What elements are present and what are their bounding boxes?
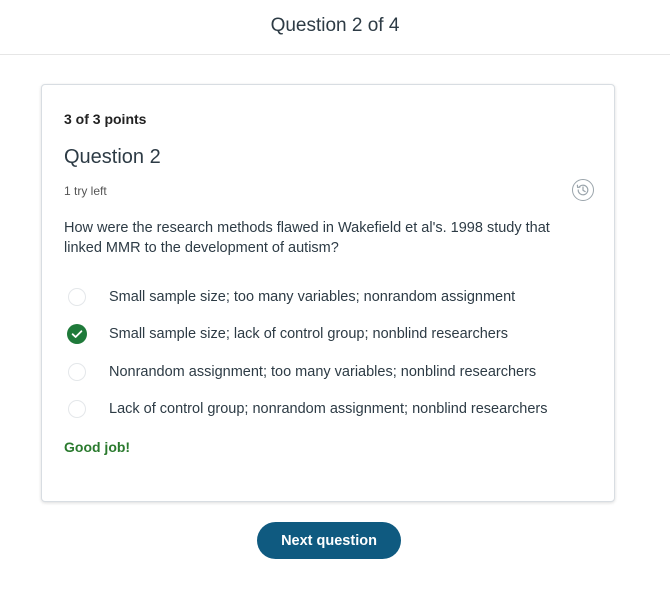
- question-prompt: How were the research methods flawed in …: [64, 220, 550, 256]
- history-icon[interactable]: [572, 179, 594, 201]
- radio-unselected-icon[interactable]: [68, 287, 86, 306]
- answer-option-label: Nonrandom assignment; too many variables…: [109, 363, 537, 380]
- tries-left-label: 1 try left: [64, 184, 107, 198]
- answer-option-label: Small sample size; lack of control group…: [109, 326, 508, 343]
- answer-option-4[interactable]: Lack of control group; nonrandom assignm…: [66, 391, 596, 429]
- answer-option-label: Lack of control group; nonrandom assignm…: [109, 401, 548, 418]
- answer-option-1[interactable]: Small sample size; too many variables; n…: [66, 278, 596, 316]
- radio-unselected-icon[interactable]: [68, 400, 86, 419]
- answer-option-3[interactable]: Nonrandom assignment; too many variables…: [66, 353, 596, 391]
- answer-option-2[interactable]: Small sample size; lack of control group…: [66, 316, 596, 354]
- page-header: Question 2 of 4: [0, 0, 670, 55]
- answer-options: Small sample size; too many variables; n…: [66, 278, 596, 428]
- page-title: Question 2 of 4: [270, 15, 400, 36]
- answer-option-label: Small sample size; too many variables; n…: [109, 288, 516, 305]
- check-circle-icon[interactable]: [67, 324, 87, 345]
- question-title: Question 2: [64, 146, 161, 168]
- next-question-button[interactable]: Next question: [257, 522, 401, 559]
- question-card: 3 of 3 points Question 2 1 try left How …: [41, 84, 615, 502]
- history-icon-glyph: [576, 184, 589, 196]
- feedback-message: Good job!: [64, 439, 131, 455]
- radio-unselected-icon[interactable]: [68, 362, 86, 381]
- check-circle-glyph: [67, 324, 87, 345]
- points-score: 3 of 3 points: [64, 111, 147, 127]
